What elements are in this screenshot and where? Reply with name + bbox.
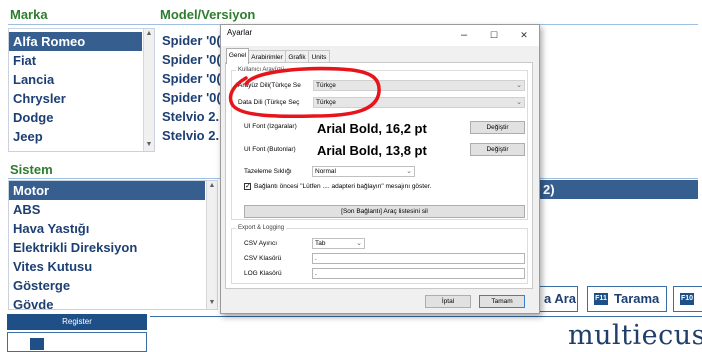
ui-font-grid-value: Arial Bold, 16,2 pt [317,121,427,136]
combo-value: Normal [315,168,336,175]
chevron-down-icon: ⌄ [356,240,362,247]
scroll-down-icon[interactable]: ▼ [144,141,154,148]
brand-row[interactable]: Lancia [9,70,142,89]
maximize-icon[interactable]: ☐ [479,25,509,46]
csv-separator-select[interactable]: Tab ⌄ [312,238,365,249]
model-row[interactable]: Stelvio 2. [158,126,222,145]
fkey-label: Tarama [614,291,660,306]
chevron-down-icon: ⌄ [406,168,412,175]
change-button-font-button[interactable]: Değiştir [470,143,525,156]
brand-row[interactable]: Alfa Romeo [9,32,142,51]
brand-row[interactable]: Dodge [9,108,142,127]
clear-recent-vehicles-button[interactable]: [Son Bağlantı] Araç listesini sil [244,205,525,218]
combo-value: Tab [315,240,326,247]
system-list-scrollbar[interactable]: ▲ ▼ [206,181,217,309]
model-row[interactable]: Stelvio 2. [158,107,222,126]
ok-button[interactable]: Tamam [479,295,525,308]
model-row[interactable]: Spider '0( [158,88,222,107]
fkey-label: a Ara [544,291,577,306]
ui-font-buttons-value: Arial Bold, 13,8 pt [317,143,427,158]
group-title: Export & Logging [236,225,287,231]
refresh-rate-label: Tazeleme Sıklığı [244,168,292,175]
brand-row[interactable]: Fiat [9,51,142,70]
log-folder-label: LOG Klasörü [244,270,282,277]
function-panel-text: 2) [543,182,555,197]
highlight-annotation [228,66,381,119]
system-row[interactable]: Hava Yastığı [9,219,205,238]
tab-genel[interactable]: Genel [226,48,249,64]
scan-fkey-button[interactable]: F11 Tarama [587,286,667,312]
system-row[interactable]: Vites Kutusu [9,257,205,276]
system-row[interactable]: ABS [9,200,205,219]
register-fkey-button[interactable] [7,332,147,352]
system-row[interactable]: Gövde [9,295,205,309]
dialog-title: Ayarlar [227,28,253,37]
scroll-up-icon[interactable]: ▲ [144,30,154,37]
model-row[interactable]: Spider '0( [158,31,222,50]
scroll-down-icon[interactable]: ▼ [207,299,217,306]
csv-separator-label: CSV Ayırıcı [244,240,278,247]
csv-folder-input[interactable]: . [312,253,525,264]
model-row[interactable]: Spider '0( [158,69,222,88]
f10-key-icon: F10 [680,293,694,305]
brand-list-scrollbar[interactable]: ▲ ▼ [143,29,154,151]
log-folder-input[interactable]: . [312,268,525,279]
system-row[interactable]: Gösterge [9,276,205,295]
change-grid-font-button[interactable]: Değiştir [470,121,525,134]
multiecus-logo: multiecus [568,320,702,351]
cancel-button[interactable]: İptal [425,295,471,308]
csv-folder-label: CSV Klasörü [244,255,282,262]
chevron-down-icon: ⌄ [516,99,522,106]
refresh-rate-select[interactable]: Normal ⌄ [312,166,415,177]
scroll-up-icon[interactable]: ▲ [207,182,217,189]
connect-message-checkbox[interactable]: ✓ [244,183,251,190]
system-row[interactable]: Elektrikli Direksiyon [9,238,205,257]
brand-row[interactable]: Jeep [9,127,142,146]
settings-tabs: Genel Arabirimler Grafik Units [221,48,539,64]
model-header: Model/Versiyon [160,7,256,22]
dialog-titlebar[interactable]: Ayarlar – ☐ ✕ [221,25,539,46]
f11-key-icon: F11 [594,293,608,305]
ui-font-buttons-label: UI Font (Butonlar) [244,146,296,153]
export-logging-group: Export & Logging CSV Ayırıcı Tab ⌄ CSV K… [231,225,528,284]
brand-row[interactable]: Chrysler [9,89,142,108]
sistem-header: Sistem [10,162,53,177]
ui-font-grid-label: UI Font (Izgaralar) [244,123,297,130]
fkey-icon [30,338,44,350]
minimize-icon[interactable]: – [449,25,479,46]
close-icon[interactable]: ✕ [509,25,539,46]
system-row[interactable]: Motor [9,181,205,200]
marka-header: Marka [10,7,48,22]
brand-list[interactable]: Alfa Romeo Fiat Lancia Chrysler Dodge Je… [8,28,155,152]
system-list[interactable]: Motor ABS Hava Yastığı Elektrikli Direks… [8,180,218,310]
register-button[interactable]: Register [7,314,147,330]
f10-fkey-button[interactable]: F10 [673,286,702,312]
bottom-divider [150,316,702,317]
connect-message-label: Bağlantı öncesi "Lütfen .... adapteri ba… [254,183,432,190]
chevron-down-icon: ⌄ [516,82,522,89]
model-row[interactable]: Spider '0( [158,50,222,69]
